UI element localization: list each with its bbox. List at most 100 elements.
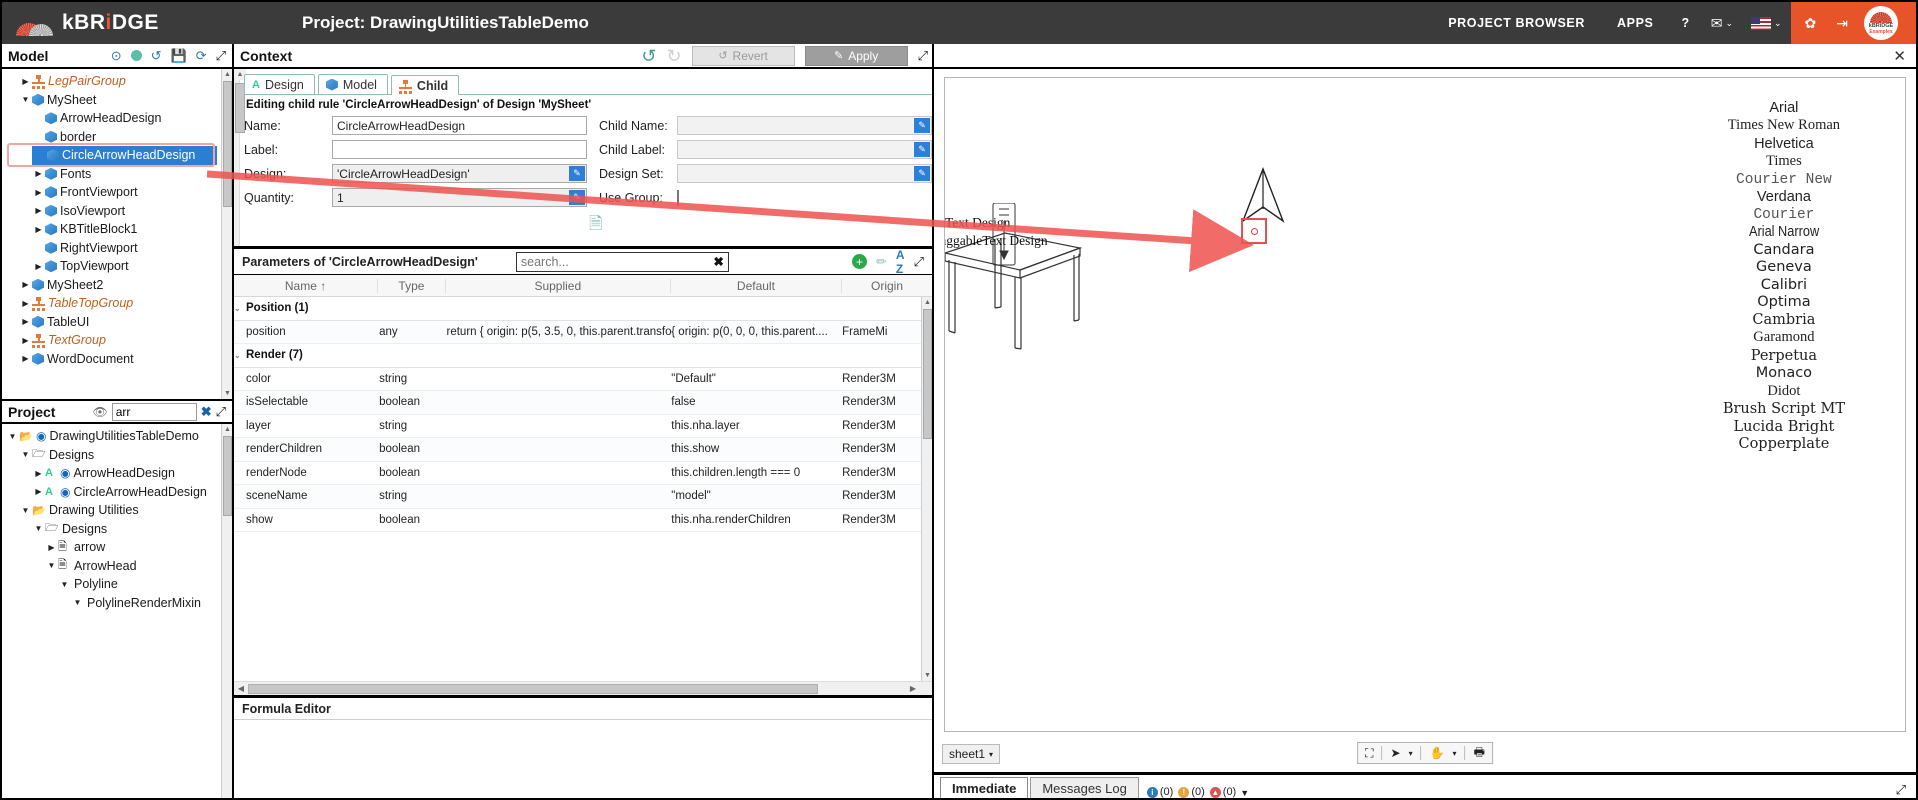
- project-tree-item-drawing-utilities[interactable]: ▼ 📂 Drawing Utilities: [6, 501, 232, 520]
- column-header-name-[interactable]: Name ↑: [234, 278, 379, 293]
- project-tree-item-arrowhead[interactable]: ▼ 🗎 ArrowHead: [6, 557, 232, 576]
- history-icon[interactable]: ↺: [151, 48, 162, 64]
- tab-design[interactable]: A Design: [244, 74, 315, 94]
- cell-type[interactable]: string: [379, 420, 446, 432]
- model-tree-item-tabletopgroup[interactable]: ▶ TableTopGroup: [6, 294, 232, 313]
- cell-from[interactable]: Render3M: [842, 396, 932, 408]
- model-tree-item-mysheet[interactable]: ▼ MySheet: [6, 91, 232, 110]
- cell-name[interactable]: renderChildren: [234, 443, 379, 455]
- chevron-right-icon[interactable]: ▶: [19, 299, 32, 308]
- scroll-up-arrow[interactable]: ▲: [222, 424, 232, 435]
- chevron-right-icon[interactable]: ▶: [32, 169, 45, 178]
- tab-child[interactable]: Child: [390, 75, 460, 95]
- chevron-down-icon[interactable]: ▼: [19, 506, 32, 515]
- cell-type[interactable]: string: [379, 490, 446, 502]
- project-tree[interactable]: ▼ 📂 ◉ DrawingUtilitiesTableDemo ▼ 🗁 Designs ▶ A ◉…: [2, 424, 232, 798]
- context-tabs[interactable]: A Design Model Child: [244, 74, 932, 95]
- run-icon[interactable]: ⊙: [111, 48, 122, 64]
- project-search-input[interactable]: [111, 402, 197, 421]
- chevron-down-icon[interactable]: ▾: [989, 750, 993, 759]
- model-tree-item-mysheet2[interactable]: ▶ MySheet2: [6, 276, 232, 295]
- scroll-down-arrow[interactable]: ▼: [922, 670, 932, 681]
- cell-type[interactable]: boolean: [379, 443, 446, 455]
- revert-button[interactable]: ↺ Revert: [691, 45, 795, 66]
- save-icon[interactable]: 💾: [171, 48, 187, 64]
- cell-name[interactable]: show: [234, 514, 379, 526]
- expand-icon[interactable]: ⤢: [918, 48, 928, 64]
- tab-model[interactable]: Model: [317, 74, 388, 94]
- chevron-right-icon[interactable]: ▶: [32, 225, 45, 234]
- cell-from[interactable]: Render3M: [842, 373, 932, 385]
- chevron-right-icon[interactable]: ▶: [32, 188, 45, 197]
- cell-name[interactable]: layer: [234, 420, 379, 432]
- chevron-down-icon[interactable]: ▼: [19, 95, 32, 104]
- scroll-thumb[interactable]: [223, 436, 232, 516]
- refresh-icon[interactable]: ⟳: [196, 48, 207, 64]
- parameter-group-row[interactable]: ⌄ Position (1): [234, 297, 932, 321]
- cell-name[interactable]: color: [234, 373, 379, 385]
- cell-from[interactable]: Render3M: [842, 443, 932, 455]
- cell-def[interactable]: this.show: [671, 443, 842, 455]
- scroll-down-arrow[interactable]: ▼: [222, 388, 232, 399]
- chevron-right-icon[interactable]: ▶: [19, 280, 32, 289]
- cell-def[interactable]: this.children.length === 0: [671, 467, 842, 479]
- parameters-table-body[interactable]: ⌄ Position (1) position any return { origin:…: [234, 297, 932, 681]
- column-header-type[interactable]: Type: [378, 278, 446, 293]
- nav-help[interactable]: ?: [1669, 2, 1701, 44]
- chevron-right-icon[interactable]: ▶: [45, 543, 58, 552]
- envelope-icon[interactable]: ✉ ⌄: [1702, 2, 1742, 44]
- project-tree-item-designs[interactable]: ▼ 🗁 Designs: [6, 446, 232, 465]
- apply-button[interactable]: ✎ Apply: [804, 45, 908, 66]
- logout-icon[interactable]: ⇥: [1832, 2, 1852, 44]
- scroll-thumb[interactable]: [248, 683, 818, 694]
- model-tree-item-isoviewport[interactable]: ▶ IsoViewport: [6, 202, 232, 221]
- edit-pencil-icon[interactable]: ✎: [569, 190, 585, 205]
- cell-type[interactable]: boolean: [379, 467, 446, 479]
- quantity-field[interactable]: 1 ✎: [332, 188, 587, 207]
- cell-name[interactable]: isSelectable: [234, 396, 379, 408]
- model-tree-item-frontviewport[interactable]: ▶ FrontViewport: [6, 183, 232, 202]
- undo-icon[interactable]: ↺: [641, 47, 656, 65]
- design-set-field[interactable]: ✎: [677, 164, 932, 183]
- child-name-field[interactable]: ✎: [677, 116, 932, 135]
- use-group-checkbox[interactable]: [677, 189, 679, 206]
- edit-pencil-icon[interactable]: ✎: [569, 166, 585, 181]
- chevron-right-icon[interactable]: ▶: [32, 469, 45, 478]
- chevron-down-icon[interactable]: ⌄: [234, 304, 246, 313]
- column-header-origin[interactable]: Origin: [842, 279, 932, 293]
- scroll-thumb[interactable]: [223, 81, 232, 207]
- tab-messages-log[interactable]: Messages Log: [1030, 777, 1139, 798]
- parameters-search-clear-button[interactable]: ✖: [713, 254, 723, 269]
- print-icon[interactable]: 🖶: [1474, 743, 1485, 764]
- cell-name[interactable]: position: [234, 326, 379, 338]
- nav-apps[interactable]: APPS: [1601, 2, 1669, 44]
- cell-from[interactable]: FrameMi: [842, 326, 932, 338]
- edit-pencil-icon[interactable]: ✎: [914, 118, 930, 133]
- project-tree-item-circlearrowheaddesign[interactable]: ▶ A ◉ CircleArrowHeadDesign: [6, 483, 232, 502]
- table-row[interactable]: renderNode boolean this.children.length ==…: [234, 462, 932, 485]
- expand-icon[interactable]: ⤢: [216, 404, 226, 420]
- gear-icon[interactable]: ✿: [1801, 2, 1821, 44]
- parameters-horizontal-scrollbar[interactable]: ◀ ▶: [234, 681, 932, 695]
- chevron-down-icon[interactable]: ▼: [32, 524, 45, 533]
- nav-project-browser[interactable]: PROJECT BROWSER: [1432, 2, 1601, 44]
- name-field[interactable]: CircleArrowHeadDesign: [332, 116, 587, 135]
- model-tree-item-arrowheaddesign[interactable]: ArrowHeadDesign: [6, 109, 232, 128]
- cell-from[interactable]: Render3M: [842, 514, 932, 526]
- brush-icon[interactable]: ✏: [876, 254, 887, 270]
- table-row[interactable]: color string "Default" Render3M: [234, 368, 932, 391]
- project-tree-item-designs[interactable]: ▼ 🗁 Designs: [6, 520, 232, 539]
- cell-from[interactable]: Render3M: [842, 420, 932, 432]
- project-search-clear-button[interactable]: ✖: [201, 404, 212, 420]
- cell-name[interactable]: sceneName: [234, 490, 379, 502]
- close-icon[interactable]: ✕: [1893, 47, 1906, 65]
- table-row[interactable]: isSelectable boolean false Render3M: [234, 391, 932, 415]
- add-circle-icon[interactable]: +: [852, 254, 868, 269]
- design-field[interactable]: 'CircleArrowHeadDesign' ✎: [332, 164, 587, 183]
- cell-from[interactable]: Render3M: [842, 467, 932, 479]
- model-tree-item-border[interactable]: border: [6, 128, 232, 147]
- fit-icon[interactable]: ⛶: [1365, 746, 1373, 761]
- circle-arrowhead-target-marker[interactable]: [1241, 218, 1267, 244]
- cell-def[interactable]: "model": [671, 490, 842, 502]
- cell-from[interactable]: Render3M: [842, 490, 932, 502]
